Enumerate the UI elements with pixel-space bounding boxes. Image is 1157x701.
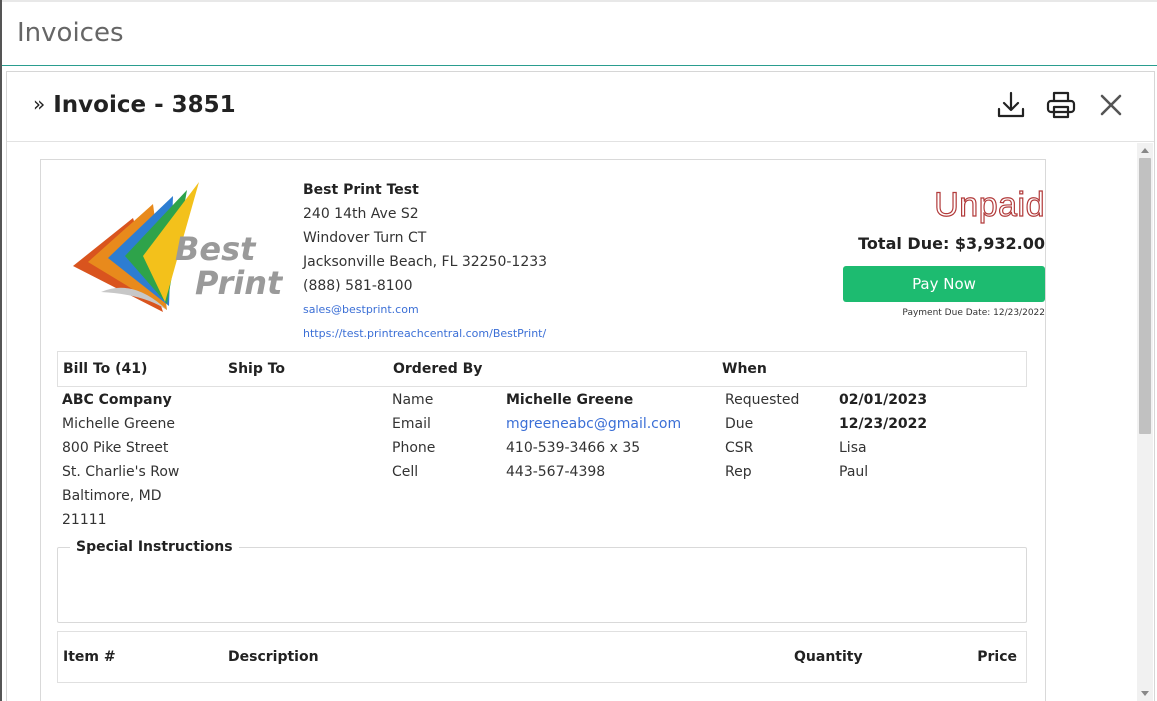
when-labels: Requested Due CSR Rep <box>725 388 799 484</box>
phone-label: Phone <box>392 440 436 456</box>
items-table-header: Item # Description Quantity Price <box>57 631 1027 683</box>
vertical-scrollbar[interactable] <box>1137 143 1153 701</box>
company-info: Best Print Test 240 14th Ave S2 Windover… <box>303 178 547 346</box>
close-icon <box>1100 94 1122 116</box>
download-button[interactable] <box>994 88 1028 122</box>
header-actions <box>994 88 1128 122</box>
when-values: 02/01/2023 12/23/2022 Lisa Paul <box>839 388 927 484</box>
bill-to-details: ABC Company Michelle Greene 800 Pike Str… <box>62 388 179 532</box>
special-instructions-box: Special Instructions <box>57 539 1027 623</box>
page-header: Invoices <box>2 2 1157 66</box>
logo-text-best: Best <box>175 230 257 268</box>
ordered-by-header: Ordered By <box>393 361 483 377</box>
invoice-panel: » Invoice - 3851 Best Print Best Print T… <box>6 71 1155 701</box>
item-number-column: Item # <box>63 649 116 665</box>
ordered-by-labels: Name Email Phone Cell <box>392 388 435 484</box>
best-print-logo-icon: Best Print <box>73 182 284 312</box>
price-column: Price <box>977 649 1017 665</box>
bill-to-zip: 21111 <box>62 512 107 528</box>
requested-label: Requested <box>725 392 800 408</box>
description-column: Description <box>228 649 319 665</box>
ordered-by-values: Michelle Greene mgreeneabc@gmail.com 410… <box>506 388 681 484</box>
company-address-2: Windover Turn CT <box>303 230 427 246</box>
pay-now-button[interactable]: Pay Now <box>843 266 1045 302</box>
rep-label: Rep <box>725 464 752 480</box>
status-badge: Unpaid <box>934 185 1045 224</box>
invoice-scroll-area[interactable]: Best Print Best Print Test 240 14th Ave … <box>7 143 1154 701</box>
total-due: Total Due: $3,932.00 <box>858 234 1045 253</box>
printer-icon <box>1046 91 1076 119</box>
scroll-down-icon[interactable] <box>1141 691 1149 696</box>
ship-to-header: Ship To <box>228 361 286 377</box>
ordered-by-name: Michelle Greene <box>506 392 634 408</box>
bill-to-street: 800 Pike Street <box>62 440 169 456</box>
bill-to-header: Bill To (41) <box>63 361 148 377</box>
company-logo: Best Print <box>63 182 284 322</box>
cell-label: Cell <box>392 464 419 480</box>
logo-text-print: Print <box>195 264 283 302</box>
company-website-link[interactable]: https://test.printreachcentral.com/BestP… <box>303 322 547 346</box>
special-instructions-label: Special Instructions <box>70 539 239 555</box>
ordered-by-cell: 443-567-4398 <box>506 464 606 480</box>
due-date: 12/23/2022 <box>839 416 928 432</box>
left-strip <box>0 0 2 701</box>
bill-to-contact: Michelle Greene <box>62 416 176 432</box>
invoice-title: » Invoice - 3851 <box>33 92 236 118</box>
rep-value: Paul <box>839 464 869 480</box>
bill-to-street-2: St. Charlie's Row <box>62 464 180 480</box>
company-email-link[interactable]: sales@bestprint.com <box>303 298 547 322</box>
scroll-up-icon[interactable] <box>1141 148 1149 153</box>
due-label: Due <box>725 416 754 432</box>
email-label: Email <box>392 416 431 432</box>
csr-label: CSR <box>725 440 754 456</box>
payment-due-date: Payment Due Date: 12/23/2022 <box>902 308 1045 318</box>
company-city-state-zip: Jacksonville Beach, FL 32250-1233 <box>303 254 548 270</box>
quantity-column: Quantity <box>794 649 863 665</box>
close-button[interactable] <box>1094 88 1128 122</box>
ordered-by-email-link[interactable]: mgreeneabc@gmail.com <box>506 412 681 436</box>
name-label: Name <box>392 392 434 408</box>
requested-date: 02/01/2023 <box>839 392 928 408</box>
invoice-document: Best Print Best Print Test 240 14th Ave … <box>40 159 1046 701</box>
company-address-1: 240 14th Ave S2 <box>303 206 419 222</box>
bill-to-city-state: Baltimore, MD <box>62 488 162 504</box>
double-chevron-icon: » <box>33 92 46 116</box>
print-button[interactable] <box>1044 88 1078 122</box>
info-header-row: Bill To (41) Ship To Ordered By When <box>57 351 1027 387</box>
bill-to-company: ABC Company <box>62 392 172 408</box>
invoice-panel-header: » Invoice - 3851 <box>7 72 1154 142</box>
page-title: Invoices <box>17 18 124 48</box>
ordered-by-phone: 410-539-3466 x 35 <box>506 440 641 456</box>
scrollbar-thumb[interactable] <box>1139 158 1151 434</box>
invoice-title-text: Invoice - 3851 <box>53 92 236 118</box>
company-phone: (888) 581-8100 <box>303 278 413 294</box>
company-name: Best Print Test <box>303 182 419 198</box>
download-icon <box>997 91 1025 118</box>
csr-value: Lisa <box>839 440 867 456</box>
when-header: When <box>722 361 767 377</box>
